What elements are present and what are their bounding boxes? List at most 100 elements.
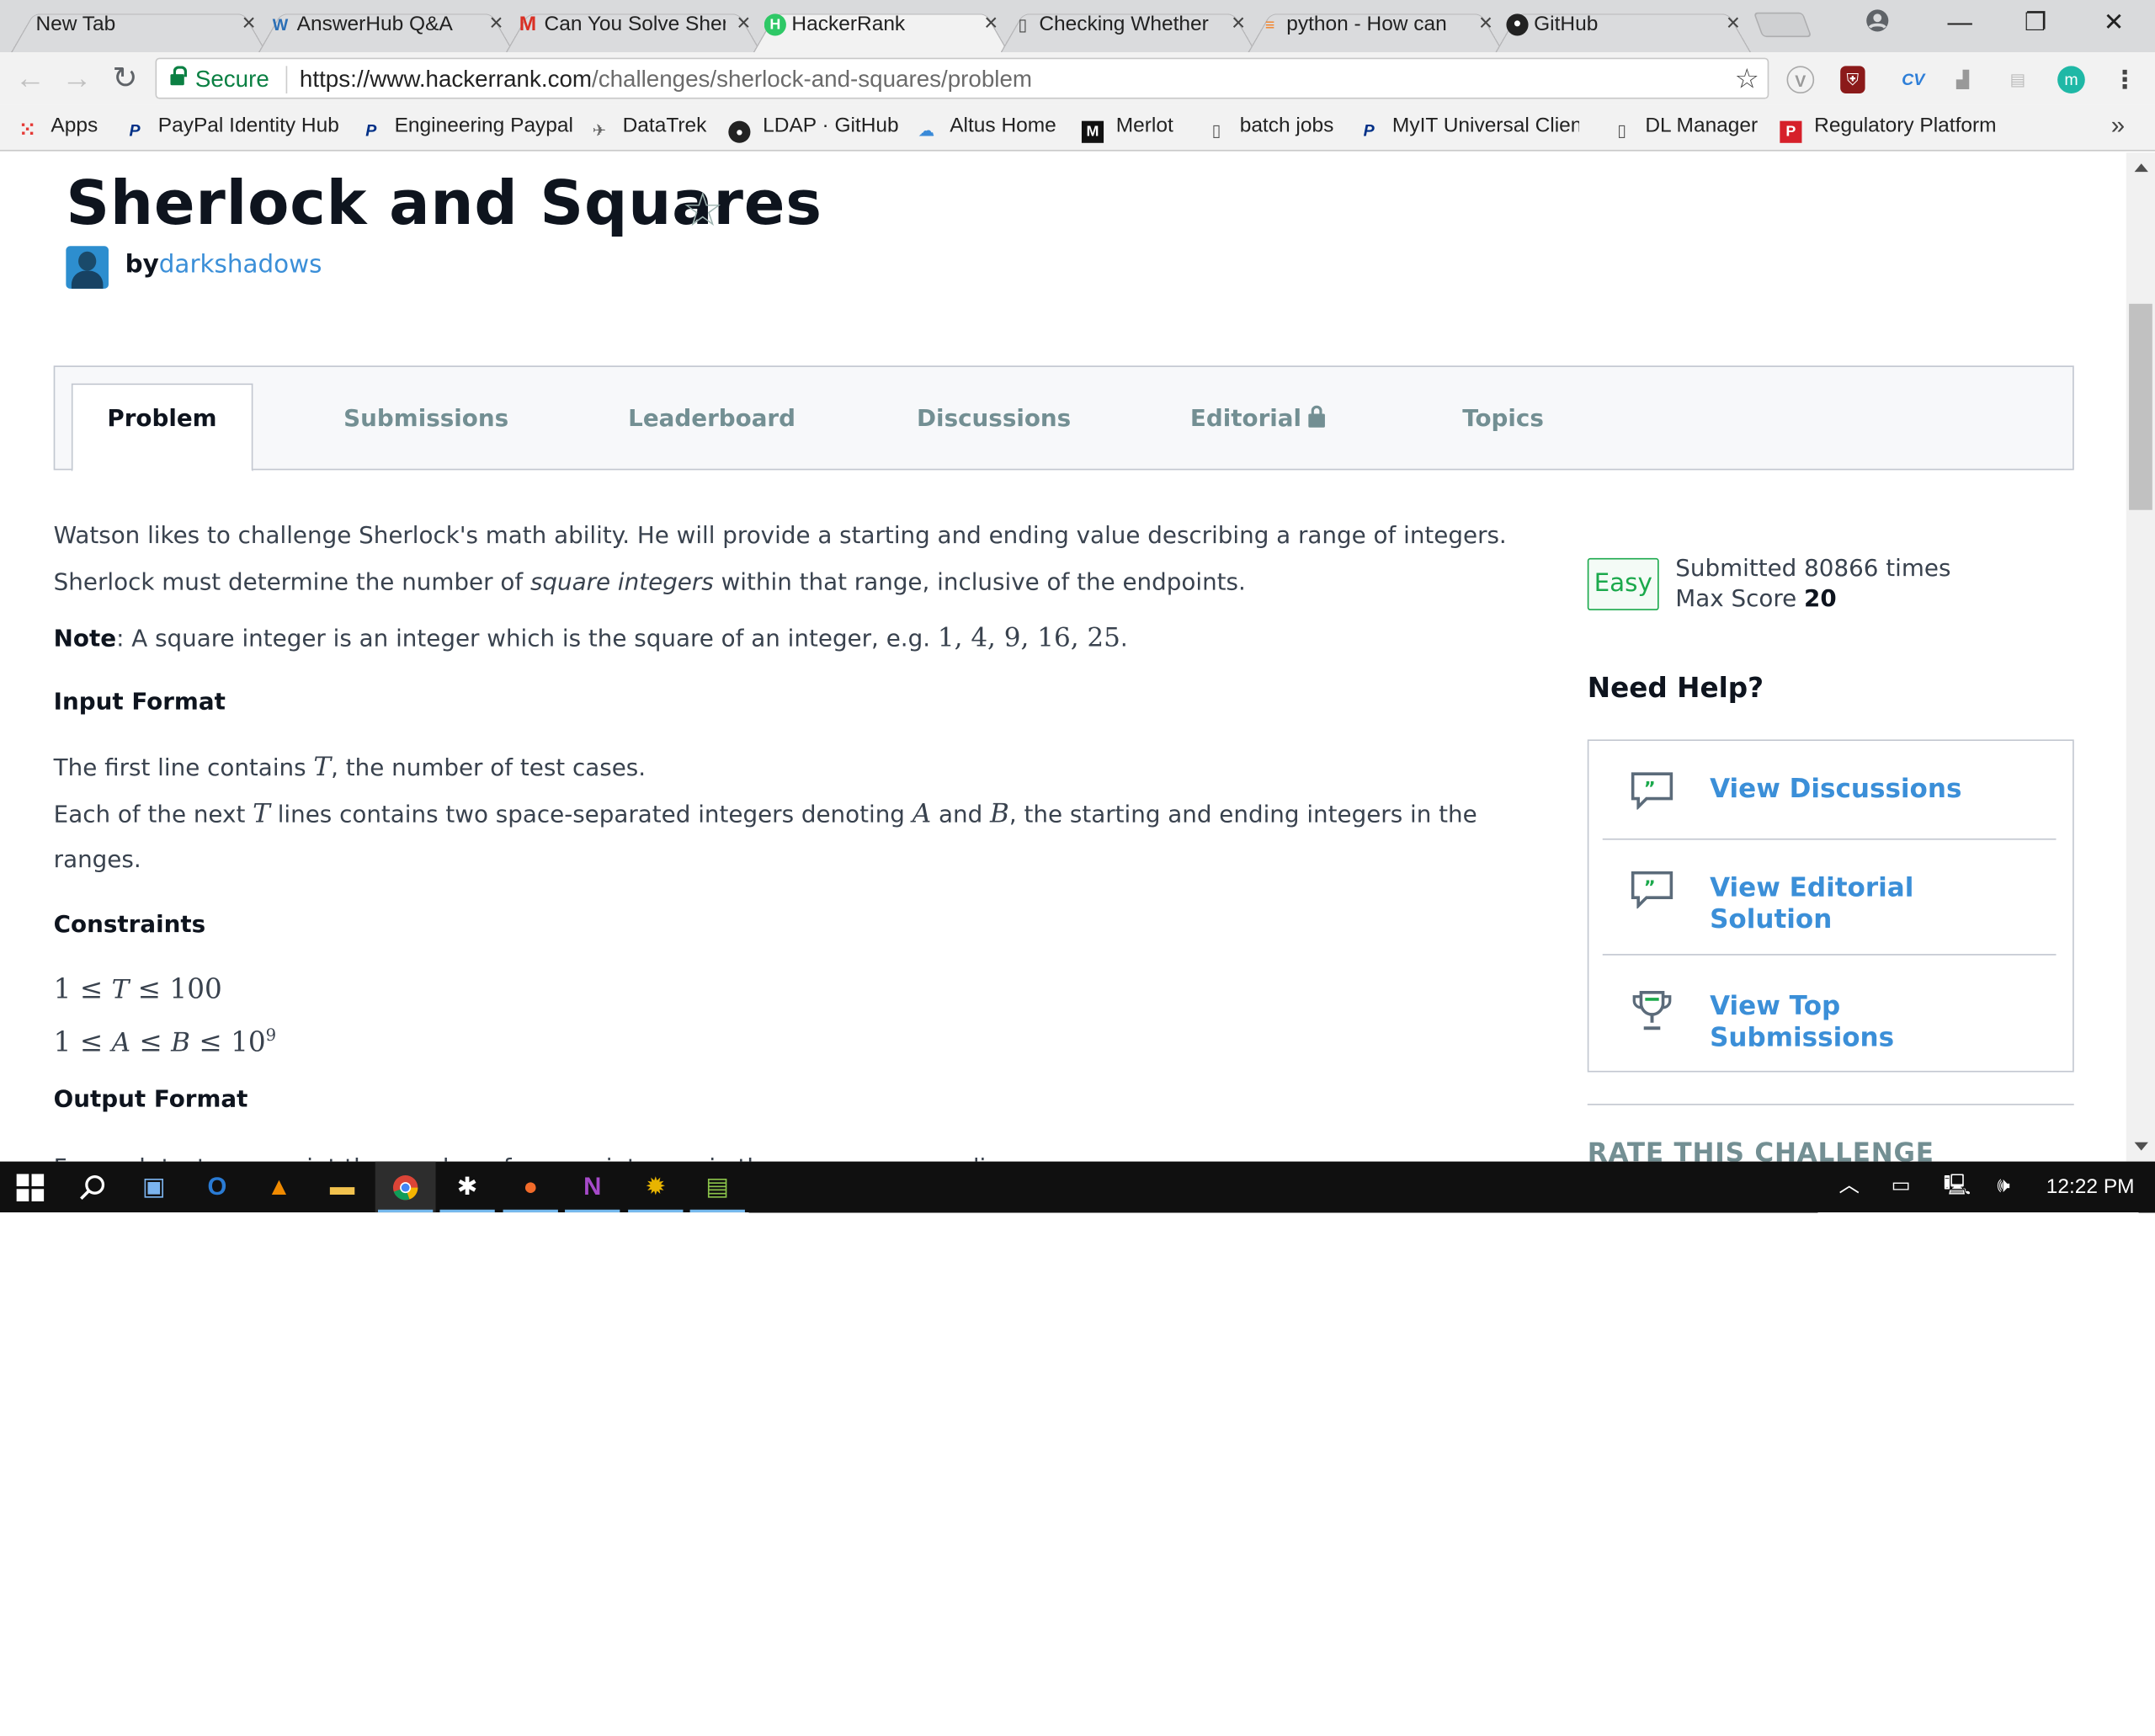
chrome-icon[interactable] [375,1161,436,1213]
bookmark-engineering-paypal[interactable]: P Engineering Paypal [360,114,573,142]
tab-title: python - How can [1286,12,1447,36]
challenge-tabs: Problem Submissions Leaderboard Discussi… [53,365,2074,472]
browser-tab-gmail[interactable]: M Can You Solve Sherlock × [505,4,762,53]
tab-close-icon[interactable]: × [1727,10,1740,35]
bookmark-star-icon[interactable]: ☆ [1735,61,1759,96]
browser-tab-hackerrank[interactable]: H HackerRank × [753,4,1009,53]
close-window-icon[interactable]: ✕ [2081,0,2147,47]
by-label: by [125,250,159,280]
bookmark-batch-jobs[interactable]: ▯ batch jobs [1205,114,1334,142]
back-arrow-icon[interactable]: ← [13,61,48,96]
svg-text:”: ” [1644,877,1656,898]
notepad-plus-icon[interactable]: ▤ [687,1162,748,1213]
view-top-submissions-item[interactable]: View Top Submissions [1603,956,2057,1071]
author-byline: bydarkshadows [125,249,322,282]
need-help-heading: Need Help? [1587,670,1764,704]
windows-start-icon[interactable] [0,1162,61,1212]
minimize-window-icon[interactable]: — [1927,0,1993,47]
tab-close-icon[interactable]: × [1479,10,1493,35]
taskbar-clock[interactable]: 12:22 PM [2046,1175,2135,1200]
slack-icon[interactable]: ✱ [437,1162,498,1213]
browser-tab-checking[interactable]: ▯ Checking Whether × [1000,4,1257,53]
author-avatar[interactable] [66,246,109,289]
view-editorial-item[interactable]: ” View Editorial Solution [1602,840,2057,956]
tab-editorial[interactable]: Editorial [1190,367,1325,470]
bookmark-altus-home[interactable]: ☁ Altus Home [915,114,1056,142]
bookmark-apps[interactable]: ⁙ Apps [17,114,98,141]
remote-desktop-icon[interactable]: ▣ [124,1162,184,1212]
bookmark-datatrek[interactable]: ✈ DataTrek [588,114,707,142]
bookmark-myit[interactable]: P MyIT Universal Client [1358,114,1579,142]
paypal-icon: P [365,120,377,141]
network-icon[interactable]: 🖳 [1944,1174,1971,1198]
bookmark-label: Altus Home [950,114,1056,138]
app-burst-icon[interactable]: ✹ [625,1162,686,1213]
tab-close-icon[interactable]: × [1232,10,1245,35]
extension-cv-icon[interactable]: CV [1895,66,1930,93]
extension-chart-icon[interactable]: ▟ [1949,66,1977,93]
new-tab-button[interactable] [1753,12,1812,38]
secure-indicator[interactable]: Secure [170,66,269,93]
extension-shield-icon[interactable]: ⛨ [1840,66,1865,94]
bookmark-regulatory-platform[interactable]: P Regulatory Platform [1780,114,1997,143]
outlook-icon[interactable]: O [187,1162,247,1212]
browser-tab-answerhub[interactable]: W AnswerHub Q&A × [258,4,514,53]
search-icon[interactable] [61,1162,122,1212]
bookmark-dl-manager[interactable]: ▯ DL Manager [1611,114,1758,142]
view-discussions-link[interactable]: View Discussions [1710,774,1961,806]
view-discussions-item[interactable]: ” View Discussions [1602,741,2057,840]
address-bar[interactable]: Secure https://www.hackerrank.com/challe… [155,57,1769,99]
document-icon: ▯ [1211,120,1221,141]
reload-icon[interactable]: ↻ [107,61,142,96]
file-explorer-icon[interactable]: ▬ [312,1162,373,1212]
forward-arrow-icon[interactable]: → [59,61,94,96]
bookmark-merlot[interactable]: M Merlot [1081,114,1173,143]
bookmark-label: LDAP · GitHub [763,114,899,138]
scrollbar-thumb[interactable] [2129,303,2152,510]
postman-icon[interactable]: ● [500,1162,561,1213]
tab-problem[interactable]: Problem [71,383,253,472]
windows-taskbar: ▣ O ▲ ▬ ✱ ● N ✹ ▤ ︿ ▭ 🖳 🕪 12:22 PM [0,1161,2155,1213]
hackerrank-icon: H [764,13,786,36]
onenote-icon[interactable]: N [562,1162,623,1213]
scroll-down-arrow-icon[interactable] [2134,1142,2148,1151]
submission-count: Submitted 80866 times [1675,555,1951,583]
browser-tab-stackoverflow[interactable]: ≡ python - How can × [1248,4,1504,53]
bookmark-paypal-identity-hub[interactable]: P PayPal Identity Hub [124,114,338,142]
extension-v-icon[interactable]: V [1786,66,1815,94]
browser-tab-github[interactable]: ● GitHub × [1495,4,1752,53]
tab-topics[interactable]: Topics [1462,367,1544,470]
view-editorial-link[interactable]: View Editorial Solution [1710,873,1913,936]
battery-icon[interactable]: ▭ [1892,1174,1911,1198]
tab-close-icon[interactable]: × [737,10,750,35]
bookmark-challenge-star-icon[interactable]: ☆ [682,183,724,237]
extension-doc-icon[interactable]: ▤ [2003,66,2031,93]
extension-m-icon[interactable]: m [2057,66,2085,94]
tray-overflow-chevron-icon[interactable]: ︿ [1839,1174,1860,1198]
tab-leaderboard[interactable]: Leaderboard [628,367,795,470]
profile-icon[interactable] [1844,0,1910,47]
vlc-icon[interactable]: ▲ [249,1162,310,1212]
page-scrollbar[interactable] [2126,152,2155,1162]
tab-close-icon[interactable]: × [242,10,255,35]
tab-close-icon[interactable]: × [984,10,998,35]
bookmark-ldap-github[interactable]: ● LDAP · GitHub [728,114,899,143]
tab-discussions[interactable]: Discussions [917,367,1071,470]
bookmark-label: DataTrek [622,114,707,138]
browser-tab-new-tab[interactable]: New Tab × [11,4,267,53]
browser-toolbar: ← → ↻ Secure https://www.hackerrank.com/… [0,52,2155,105]
document-icon: ▯ [1018,14,1028,35]
author-link[interactable]: darkshadows [159,250,322,279]
tab-submissions[interactable]: Submissions [343,367,508,470]
volume-icon[interactable]: 🕪 [1997,1174,2009,1198]
url-text[interactable]: https://www.hackerrank.com/challenges/sh… [300,66,1032,93]
browser-menu-icon[interactable]: ⋮ [2111,66,2139,93]
restore-window-icon[interactable]: ❐ [2003,0,2068,47]
tab-close-icon[interactable]: × [489,10,503,35]
scroll-up-arrow-icon[interactable] [2134,163,2148,173]
input-format-line-3: ranges. [53,846,141,875]
constraint-1: 1 ≤ T ≤ 100 [53,972,222,1005]
apps-grid-icon: ⁙ [19,118,36,141]
view-top-submissions-link[interactable]: View Top Submissions [1710,991,1894,1054]
bookmarks-overflow-chevron-icon[interactable]: » [2111,111,2125,140]
